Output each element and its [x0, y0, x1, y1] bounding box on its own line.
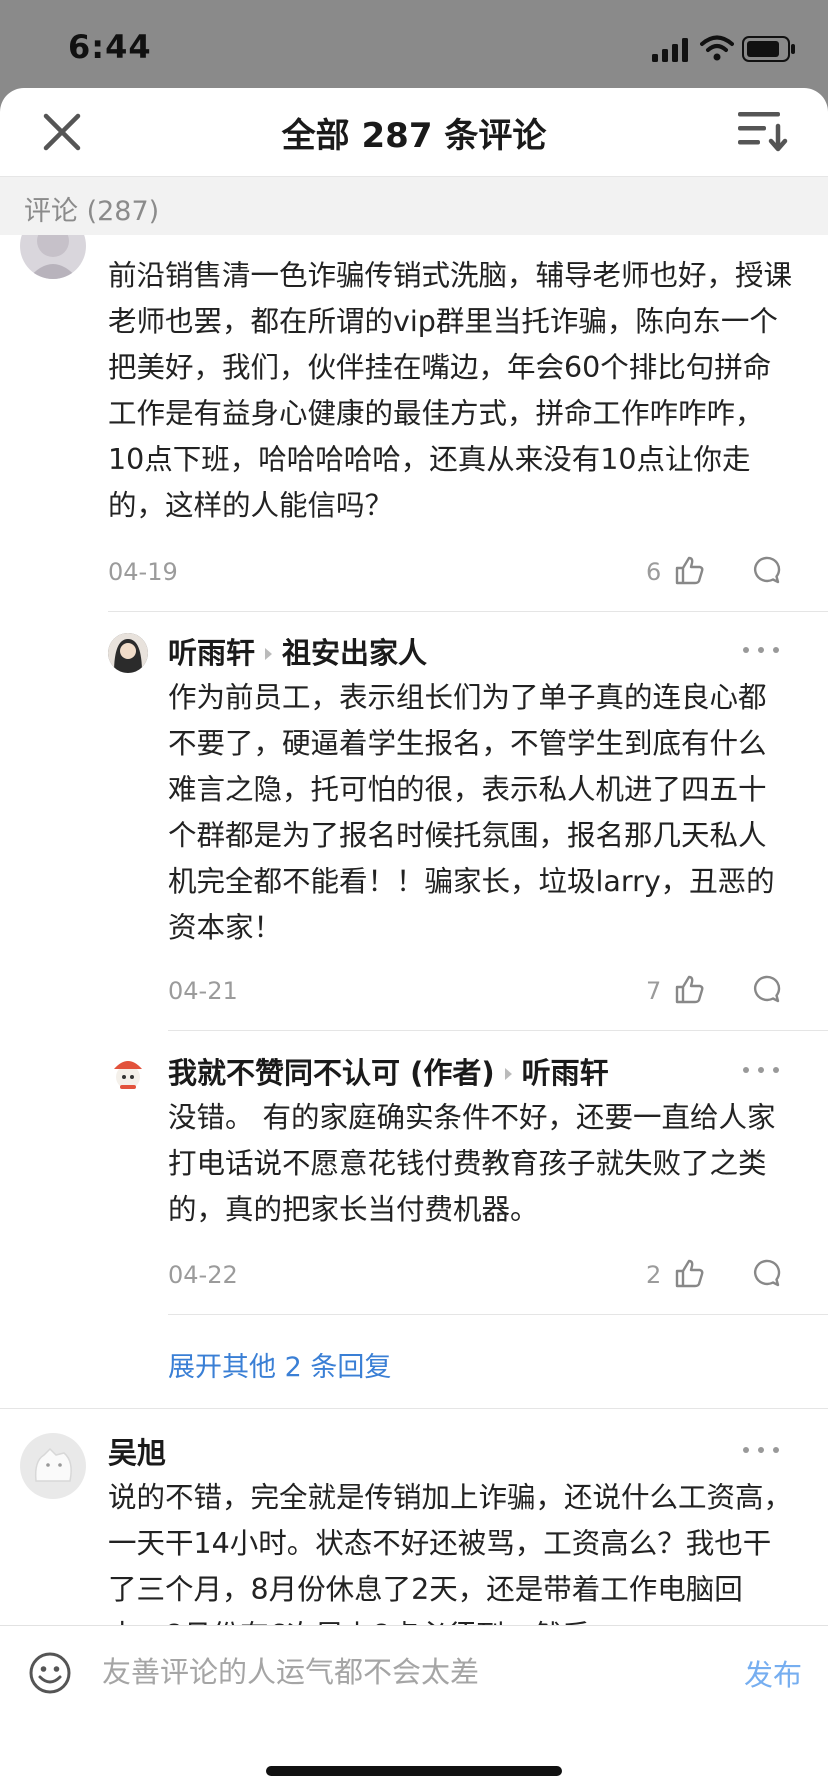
- reply-author[interactable]: 听雨轩 祖安出家人: [168, 630, 427, 672]
- avatar[interactable]: [20, 1433, 86, 1499]
- avatar-image-icon: [34, 1447, 72, 1482]
- divider: [0, 1408, 828, 1409]
- sort-icon[interactable]: [738, 108, 788, 154]
- thumbs-up-icon[interactable]: [674, 974, 704, 1004]
- signal-icon: [652, 38, 688, 62]
- emoji-icon[interactable]: [28, 1651, 72, 1695]
- battery-icon: [742, 36, 795, 62]
- reply-author-name[interactable]: 我就不赞同不认可 (作者): [168, 1056, 495, 1090]
- comment-count-label: 评论 (287): [24, 196, 160, 227]
- divider: [168, 1314, 828, 1315]
- avatar[interactable]: [108, 1053, 148, 1093]
- sheet-header: 全部 287 条评论: [0, 88, 828, 177]
- reply-arrow-icon: [265, 647, 273, 660]
- comment-text: 前沿销售清一色诈骗传销式洗脑，辅导老师也好，授课老师也罢，都在所谓的vip群里当…: [108, 259, 793, 522]
- comment-count-bar: 评论 (287): [0, 177, 828, 235]
- reply-text: 作为前员工，表示组长们为了单子真的连良心都不要了，硬逼着学生报名，不管学生到底有…: [168, 681, 775, 944]
- reply-to-name[interactable]: 听雨轩: [522, 1056, 609, 1090]
- reply-arrow-icon: [504, 1067, 512, 1080]
- like-count: 6: [646, 558, 662, 586]
- reply-date: 04-21: [168, 977, 238, 1005]
- status-bar: 6:44: [0, 0, 828, 88]
- comment-input-bar: 发布: [0, 1625, 828, 1705]
- reply-text: 没错。 有的家庭确实条件不好，还要一直给人家打电话说不愿意花钱付费教育孩子就失败…: [168, 1101, 776, 1226]
- reply-to-name[interactable]: 祖安出家人: [282, 636, 427, 670]
- like-count: 2: [646, 1261, 662, 1289]
- avatar[interactable]: [108, 633, 148, 673]
- reply-bubble-icon[interactable]: [751, 974, 781, 1004]
- avatar[interactable]: [20, 235, 86, 279]
- like-count: 7: [646, 977, 662, 1005]
- publish-button[interactable]: 发布: [744, 1652, 802, 1694]
- reply-author-name[interactable]: 听雨轩: [168, 636, 255, 670]
- reply-date: 04-22: [168, 1261, 238, 1289]
- wifi-icon: [700, 35, 734, 61]
- page-title: 全部 287 条评论: [281, 116, 547, 156]
- thumbs-up-icon[interactable]: [674, 1258, 704, 1288]
- expand-replies-link[interactable]: 展开其他 2 条回复: [168, 1345, 391, 1384]
- reply-bubble-icon[interactable]: [751, 1258, 781, 1288]
- divider: [108, 611, 828, 612]
- divider: [168, 1030, 828, 1031]
- avatar-image-icon: [28, 235, 78, 279]
- more-options-icon[interactable]: [743, 645, 783, 655]
- comment-input[interactable]: [100, 1646, 724, 1698]
- more-options-icon[interactable]: [743, 1445, 783, 1455]
- comment-list[interactable]: 前沿销售清一色诈骗传销式洗脑，辅导老师也好，授课老师也罢，都在所谓的vip群里当…: [0, 235, 828, 1713]
- comments-sheet: 全部 287 条评论 评论 (287) 前沿销售清一色诈骗传销式洗脑，辅导老师也…: [0, 88, 828, 1792]
- reply-bubble-icon[interactable]: [751, 555, 781, 585]
- avatar-image-icon: [114, 1061, 142, 1089]
- reply-author[interactable]: 我就不赞同不认可 (作者) 听雨轩: [168, 1050, 609, 1092]
- home-indicator: [266, 1766, 562, 1776]
- status-time: 6:44: [68, 28, 152, 66]
- thumbs-up-icon[interactable]: [674, 555, 704, 585]
- more-options-icon[interactable]: [743, 1065, 783, 1075]
- avatar-image-icon: [108, 633, 148, 673]
- comment-author[interactable]: 吴旭: [108, 1430, 166, 1472]
- comment-date: 04-19: [108, 558, 178, 586]
